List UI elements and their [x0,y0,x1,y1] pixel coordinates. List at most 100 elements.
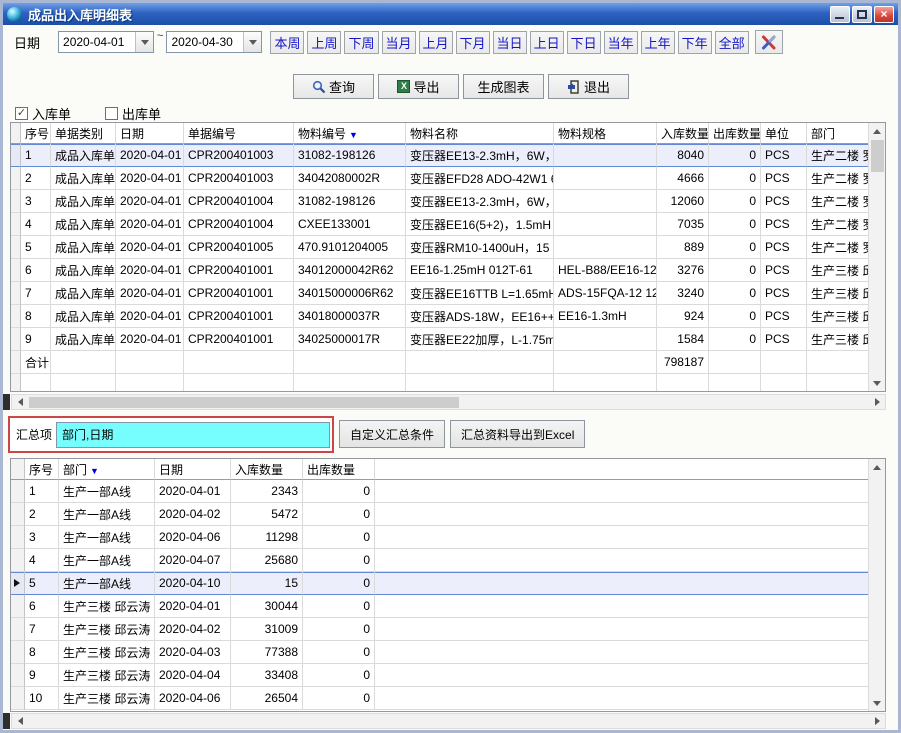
row-header[interactable] [11,480,25,503]
cell[interactable]: 生产三楼 邱云涛 [807,259,869,282]
summary-grid-vertical-scrollbar[interactable] [868,459,885,711]
cell[interactable]: 1 [21,144,51,167]
row-header[interactable] [11,687,25,710]
cell[interactable]: 0 [303,664,375,687]
cell[interactable]: 2020-04-02 [155,503,231,526]
title-bar[interactable]: 成品出入库明细表 × [3,3,898,25]
column-header[interactable]: 序号 [25,459,59,480]
row-header[interactable] [11,503,25,526]
cell[interactable] [554,167,657,190]
cell[interactable]: 0 [303,595,375,618]
row-header[interactable] [11,328,21,351]
cell[interactable]: 变压器EE22加厚，L-1.75m [406,328,554,351]
cell[interactable]: 0 [709,259,761,282]
column-header[interactable]: 单据编号 [184,123,294,144]
column-header[interactable]: 单位 [761,123,807,144]
cell[interactable] [554,236,657,259]
cell[interactable]: 2020-04-01 [116,328,184,351]
table-row[interactable]: 7生产三楼 邱云涛2020-04-02310090 [11,618,869,641]
cell[interactable]: 3276 [657,259,709,282]
inbound-checkbox[interactable]: ✓ 入库单 [15,104,71,123]
table-row[interactable]: 10生产三楼 邱云涛2020-04-06265040 [11,687,869,710]
scroll-down-icon[interactable] [869,695,885,711]
cell[interactable]: 7035 [657,213,709,236]
table-row[interactable]: 5成品入库单2020-04-01CPR200401005470.91012040… [11,236,869,259]
cell[interactable]: 2020-04-01 [116,167,184,190]
column-header[interactable]: 出库数量 [709,123,761,144]
cell[interactable]: 生产三楼 邱云涛 [807,328,869,351]
cell[interactable]: PCS [761,144,807,167]
cell[interactable]: 成品入库单 [51,144,116,167]
cell[interactable]: 34018000037R [294,305,406,328]
column-header[interactable]: 日期 [116,123,184,144]
cell[interactable]: 成品入库单 [51,190,116,213]
cell[interactable]: 31009 [231,618,303,641]
quick-filter-button-2[interactable]: 下周 [344,31,378,54]
cell[interactable]: 生产一部A线 [59,480,155,503]
cell[interactable]: 3 [21,190,51,213]
cell[interactable]: 2020-04-01 [116,190,184,213]
cell[interactable]: 生产一部A线 [59,503,155,526]
cell[interactable]: 889 [657,236,709,259]
cell[interactable]: 生产三楼 邱云涛 [59,641,155,664]
cell[interactable]: 3 [25,526,59,549]
cell[interactable]: 34042080002R [294,167,406,190]
cell[interactable]: 0 [709,213,761,236]
table-row[interactable]: 8生产三楼 邱云涛2020-04-03773880 [11,641,869,664]
table-row[interactable]: 4生产一部A线2020-04-07256800 [11,549,869,572]
cell[interactable]: 0 [303,526,375,549]
cell[interactable]: 变压器EE13-2.3mH，6W， [406,144,554,167]
cell[interactable]: 2020-04-10 [155,572,231,595]
cell[interactable]: 4 [21,213,51,236]
column-header[interactable]: 日期 [155,459,231,480]
cell[interactable]: 34012000042R62 [294,259,406,282]
cell[interactable]: PCS [761,190,807,213]
row-header[interactable] [11,305,21,328]
date-to-select[interactable]: 2020-04-30 [166,31,262,53]
cell[interactable]: CPR200401003 [184,144,294,167]
summary-export-excel-button[interactable]: 汇总资料导出到Excel [450,420,585,448]
cell[interactable] [554,144,657,167]
column-header[interactable]: 物料编号▼ [294,123,406,144]
cell[interactable]: 2020-04-01 [116,213,184,236]
scroll-left-icon[interactable] [12,394,28,410]
row-header[interactable] [11,641,25,664]
quick-filter-button-1[interactable]: 上周 [307,31,341,54]
quick-filter-button-7[interactable]: 上日 [530,31,564,54]
cell[interactable]: CPR200401003 [184,167,294,190]
cell[interactable]: 9 [25,664,59,687]
cell[interactable]: 成品入库单 [51,328,116,351]
export-button[interactable]: X 导出 [378,74,459,99]
row-header[interactable] [11,282,21,305]
detail-grid-vertical-scrollbar[interactable] [868,123,885,391]
column-header[interactable]: 物料名称 [406,123,554,144]
quick-filter-button-12[interactable]: 全部 [715,31,749,54]
cell[interactable]: 2020-04-01 [116,144,184,167]
cell[interactable]: 0 [709,190,761,213]
cell[interactable]: 2020-04-02 [155,618,231,641]
custom-summary-button[interactable]: 自定义汇总条件 [339,420,445,448]
cell[interactable]: 12060 [657,190,709,213]
cell[interactable] [554,328,657,351]
cell[interactable]: 5472 [231,503,303,526]
cell[interactable]: CPR200401004 [184,190,294,213]
cell[interactable]: EE16-1.25mH 012T-61 [406,259,554,282]
cell[interactable]: 2343 [231,480,303,503]
row-header[interactable] [11,167,21,190]
cell[interactable]: 0 [303,572,375,595]
cell[interactable]: 生产二楼 罗平 [807,190,869,213]
quick-filter-button-4[interactable]: 上月 [419,31,453,54]
outbound-checkbox[interactable]: 出库单 [105,104,161,123]
chevron-down-icon[interactable] [243,32,261,52]
column-header[interactable]: 部门 [807,123,869,144]
scroll-left-icon[interactable] [12,713,28,729]
table-row[interactable]: 3生产一部A线2020-04-06112980 [11,526,869,549]
quick-filter-button-3[interactable]: 当月 [382,31,416,54]
cell[interactable]: 11298 [231,526,303,549]
cell[interactable]: 2020-04-01 [155,480,231,503]
cell[interactable]: 6 [21,259,51,282]
cell[interactable]: 0 [303,641,375,664]
column-header[interactable]: 出库数量 [303,459,375,480]
table-row[interactable]: 6成品入库单2020-04-01CPR20040100134012000042R… [11,259,869,282]
cell[interactable]: 0 [709,305,761,328]
